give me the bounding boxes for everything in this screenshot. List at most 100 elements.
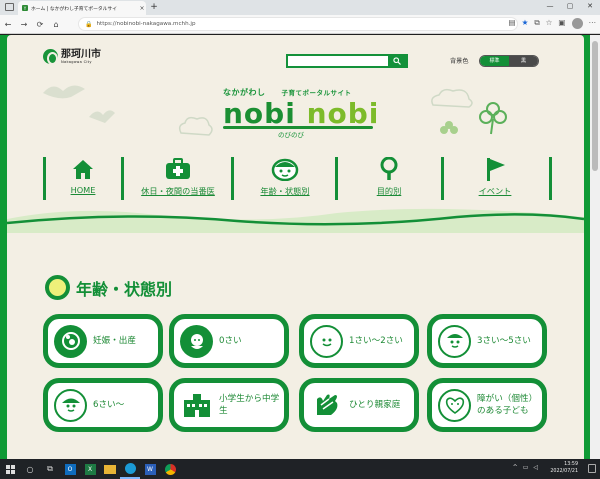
- task-view-icon[interactable]: ⧉: [40, 459, 60, 479]
- cloud-doodle-icon: [178, 116, 213, 136]
- more-icon[interactable]: ⋯: [589, 18, 597, 29]
- scrollbar-thumb[interactable]: [592, 41, 598, 171]
- site-favicon-icon: Y: [22, 5, 28, 11]
- tray-chevron-icon[interactable]: ^: [513, 464, 518, 471]
- nav-item-home[interactable]: HOME: [47, 157, 119, 203]
- heart-face-icon: [438, 388, 471, 422]
- browser-tab[interactable]: Y ホーム | なかがわし子育てポータルサイ ×: [18, 1, 146, 15]
- card-pregnancy[interactable]: 妊娠・出産: [43, 314, 163, 368]
- new-tab-button[interactable]: +: [148, 2, 160, 14]
- maximize-button[interactable]: ▢: [560, 0, 580, 12]
- logo-hiragana: のびのび: [278, 131, 304, 139]
- section-title: 年齢・状態別: [76, 279, 173, 299]
- file-explorer-icon[interactable]: [100, 459, 120, 479]
- pregnancy-icon: [54, 324, 87, 358]
- card-label: 妊娠・出産: [93, 336, 136, 346]
- tab-actions-icon[interactable]: [5, 3, 14, 11]
- card-age-0[interactable]: 0さい: [169, 314, 289, 368]
- card-age-1-2[interactable]: 1さい～2さい: [299, 314, 419, 368]
- start-icon[interactable]: [0, 459, 20, 479]
- card-label: 1さい～2さい: [349, 336, 403, 346]
- card-label: ひとり親家庭: [349, 400, 401, 410]
- search-icon[interactable]: ○: [20, 459, 40, 479]
- reader-icon[interactable]: ▤: [508, 18, 515, 29]
- collections-icon[interactable]: ▣: [558, 18, 565, 29]
- card-label: 障がい（個性）のある子ども: [477, 394, 538, 416]
- card-label: 小学生から中学生: [219, 394, 280, 416]
- browser-toolbar: ← → ⟳ ⌂ 🔒 https://nobinobi-nakagawa.mchh…: [0, 15, 600, 34]
- nav-item-event[interactable]: イベント: [447, 157, 543, 203]
- magnifier-icon: [375, 157, 403, 181]
- nav-divider: [441, 157, 444, 200]
- chrome-icon[interactable]: [160, 459, 180, 479]
- clock-date: 2022/07/21: [550, 468, 578, 474]
- search-button[interactable]: [388, 56, 406, 66]
- medical-kit-icon: [164, 157, 192, 181]
- heading-circle-icon: [45, 275, 70, 300]
- card-age-6[interactable]: 6さい～: [43, 378, 163, 432]
- volume-icon[interactable]: ◁: [533, 464, 538, 471]
- card-single-parent[interactable]: ひとり親家庭: [299, 378, 419, 432]
- card-disability[interactable]: 障がい（個性）のある子ども: [427, 378, 547, 432]
- close-window-button[interactable]: ✕: [580, 0, 600, 12]
- taskbar-clock[interactable]: 13:59 2022/07/21: [550, 462, 578, 475]
- edge-icon[interactable]: [120, 459, 140, 479]
- nav-label: 目的別: [376, 186, 402, 196]
- bg-black-button[interactable]: 黒: [509, 56, 538, 66]
- toolbar-buttons: ▤ ★ ⧉ ☆ ▣ ⋯: [508, 18, 596, 29]
- bird-doodle-icon: [89, 110, 115, 123]
- tagline-left: なかがわし: [223, 88, 266, 97]
- window-controls: — ▢ ✕: [540, 0, 600, 12]
- baby-icon: [180, 324, 213, 358]
- minimize-button[interactable]: —: [540, 0, 560, 12]
- city-name: 那珂川市: [61, 48, 101, 60]
- city-logo[interactable]: 那珂川市 Nakagawa City: [43, 48, 101, 65]
- card-label: 6さい～: [93, 400, 125, 410]
- word-icon[interactable]: W: [140, 459, 160, 479]
- tab-close-button[interactable]: ×: [138, 5, 146, 12]
- browser-tab-bar: Y ホーム | なかがわし子育てポータルサイ × + — ▢ ✕: [0, 0, 600, 15]
- nav-label: 休日・夜間の当番医: [141, 186, 215, 196]
- nav-item-age[interactable]: 年齢・状態別: [237, 157, 333, 203]
- network-icon[interactable]: ▭: [523, 464, 529, 471]
- page-content: 那珂川市 Nakagawa City 背景色 標準 黒 なかがわし 子育てポータ…: [7, 35, 584, 459]
- nav-divider: [335, 157, 338, 200]
- bird-doodle-icon: [43, 85, 85, 99]
- back-button[interactable]: ←: [0, 20, 16, 29]
- nav-item-purpose[interactable]: 目的別: [341, 157, 437, 203]
- profile-icon[interactable]: [571, 18, 583, 29]
- search-field[interactable]: [286, 54, 408, 68]
- house-icon: [69, 157, 97, 181]
- address-bar[interactable]: 🔒 https://nobinobi-nakagawa.mchh.jp: [78, 17, 518, 31]
- flag-icon: [481, 157, 509, 181]
- tagline-right: 子育てポータルサイト: [281, 89, 352, 97]
- nav-item-holiday-doctor[interactable]: 休日・夜間の当番医: [127, 157, 229, 203]
- search-icon: [393, 57, 401, 65]
- notification-icon[interactable]: [588, 464, 596, 473]
- age-section-heading: 年齢・状態別: [45, 275, 172, 300]
- card-age-3-5[interactable]: 3さい～5さい: [427, 314, 547, 368]
- clover-icon: [479, 102, 507, 135]
- outlook-icon[interactable]: O: [60, 459, 80, 479]
- forward-button[interactable]: →: [16, 20, 32, 29]
- collections-icon[interactable]: ⧉: [534, 18, 539, 29]
- card-label: 3さい～5さい: [477, 336, 531, 346]
- reload-button[interactable]: ⟳: [32, 20, 48, 29]
- page-scrollbar[interactable]: [590, 35, 600, 459]
- card-elementary-junior[interactable]: 小学生から中学生: [169, 378, 289, 432]
- city-subname: Nakagawa City: [61, 59, 92, 64]
- child-face-icon: [271, 157, 299, 181]
- excel-icon[interactable]: X: [80, 459, 100, 479]
- bg-standard-button[interactable]: 標準: [480, 56, 509, 66]
- school-building-icon: [180, 389, 213, 422]
- lock-icon: 🔒: [85, 20, 93, 28]
- schoolchild-icon: [54, 388, 87, 422]
- main-nav: HOME 休日・夜間の当番医 年齢・状態別 目的別 イベント: [43, 157, 553, 203]
- favorite-star-icon[interactable]: ★: [522, 18, 529, 29]
- bg-color-toggle: 標準 黒: [479, 55, 539, 67]
- nav-divider: [231, 157, 234, 200]
- home-button[interactable]: ⌂: [48, 20, 64, 29]
- bg-color-label: 背景色: [450, 58, 469, 65]
- extensions-icon[interactable]: ☆: [546, 18, 553, 29]
- card-label: 0さい: [219, 336, 242, 346]
